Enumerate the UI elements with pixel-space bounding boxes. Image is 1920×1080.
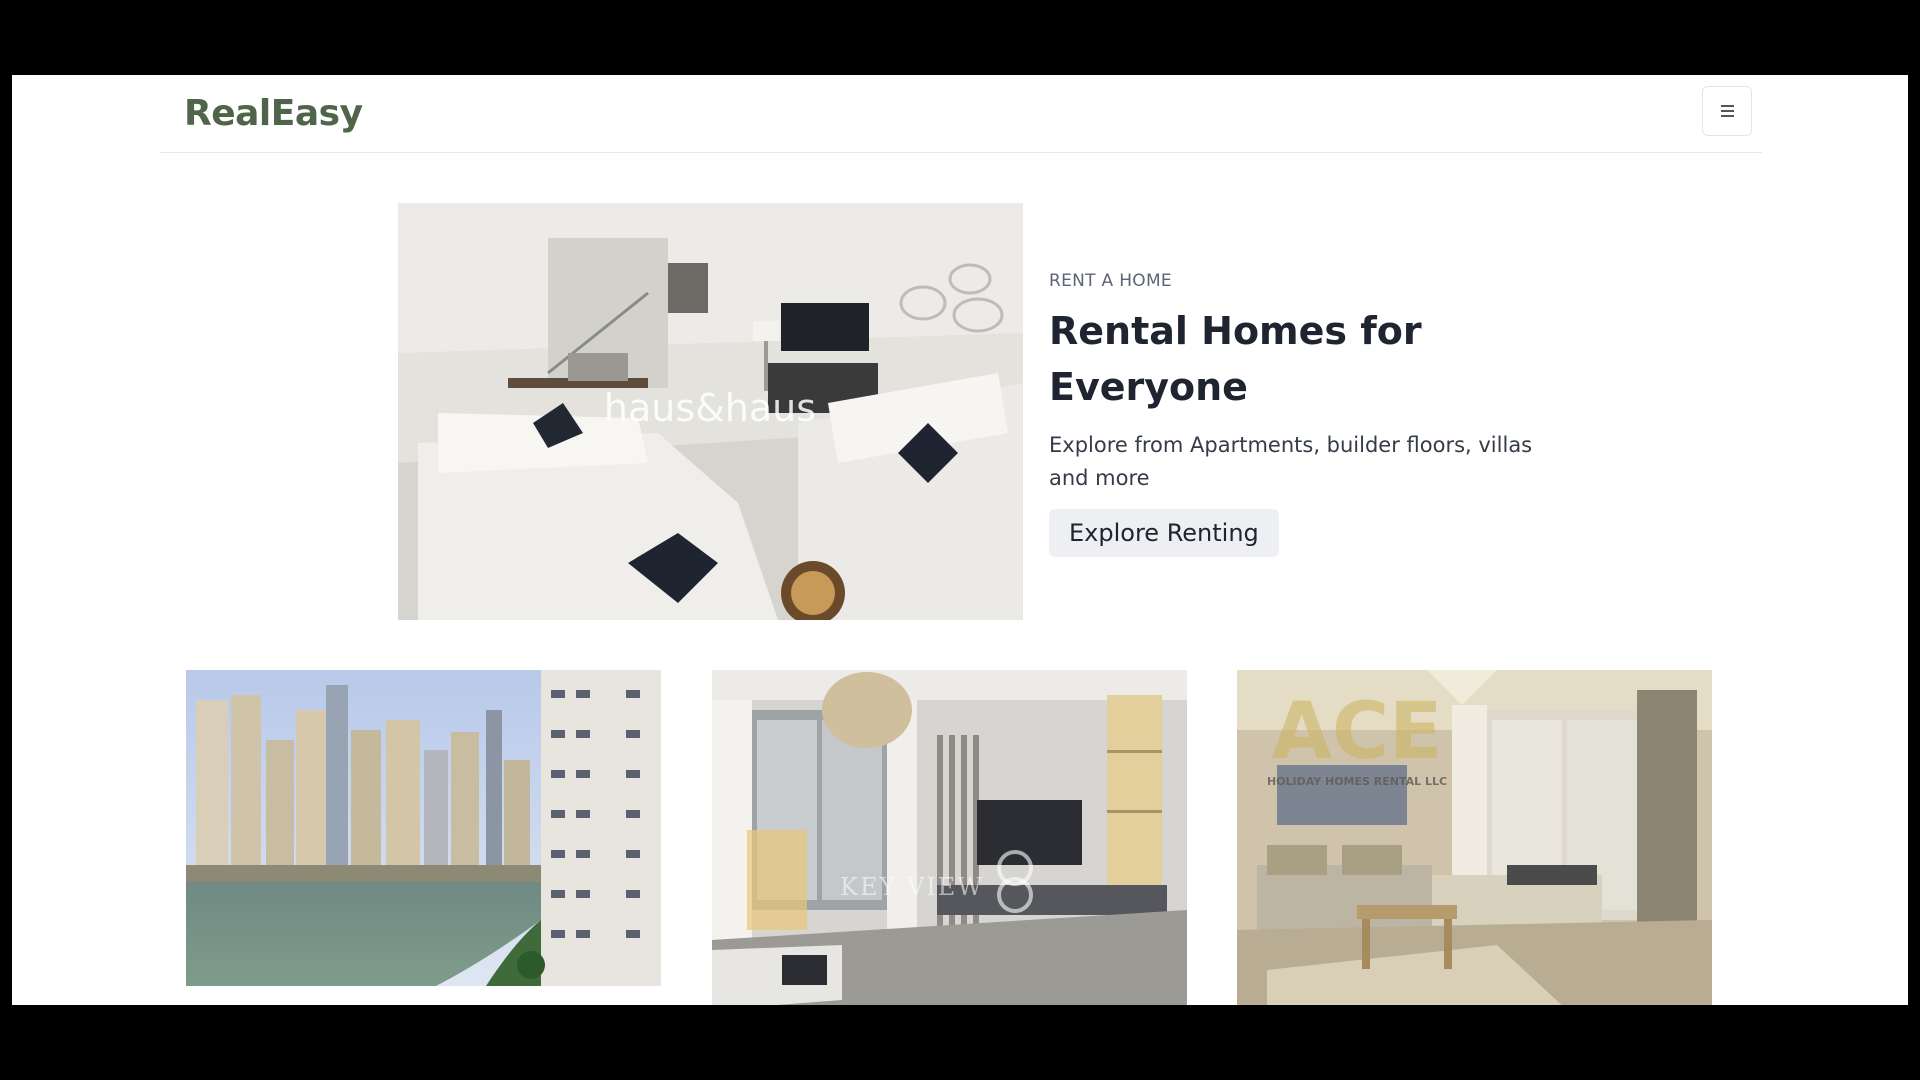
- hero-image-watermark: haus&haus: [604, 386, 816, 430]
- listing-image-living-room: KEY VIEW: [712, 670, 1187, 1005]
- menu-toggle-button[interactable]: [1702, 86, 1752, 136]
- browser-viewport: RealEasy haus&haus RENT A HOME Rental Ho…: [12, 75, 1908, 1005]
- brand-logo[interactable]: RealEasy: [184, 93, 363, 134]
- bedroom-watermark: ACE: [1272, 687, 1443, 777]
- hero-title: Rental Homes for Everyone: [1049, 309, 1422, 409]
- hero-eyebrow: RENT A HOME: [1049, 271, 1172, 291]
- bedroom-watermark-sub: HOLIDAY HOMES RENTAL LLC: [1267, 775, 1447, 788]
- hero-content: RENT A HOME Rental Homes for Everyone Ex…: [1049, 271, 1549, 557]
- living-room-watermark: KEY VIEW: [840, 873, 984, 901]
- listing-image-marina: [186, 670, 661, 986]
- listing-card-marina[interactable]: [186, 670, 661, 986]
- listing-card-bedroom[interactable]: ACE HOLIDAY HOMES RENTAL LLC: [1237, 670, 1712, 1005]
- hero-description: Explore from Apartments, builder floors,…: [1049, 433, 1533, 490]
- explore-renting-button[interactable]: Explore Renting: [1049, 509, 1279, 557]
- listing-image-bedroom: ACE HOLIDAY HOMES RENTAL LLC: [1237, 670, 1712, 1005]
- navbar: RealEasy: [160, 75, 1762, 153]
- hero-image: haus&haus: [398, 203, 1023, 620]
- hamburger-icon: [1720, 105, 1734, 117]
- listing-card-living-room[interactable]: KEY VIEW: [712, 670, 1187, 1005]
